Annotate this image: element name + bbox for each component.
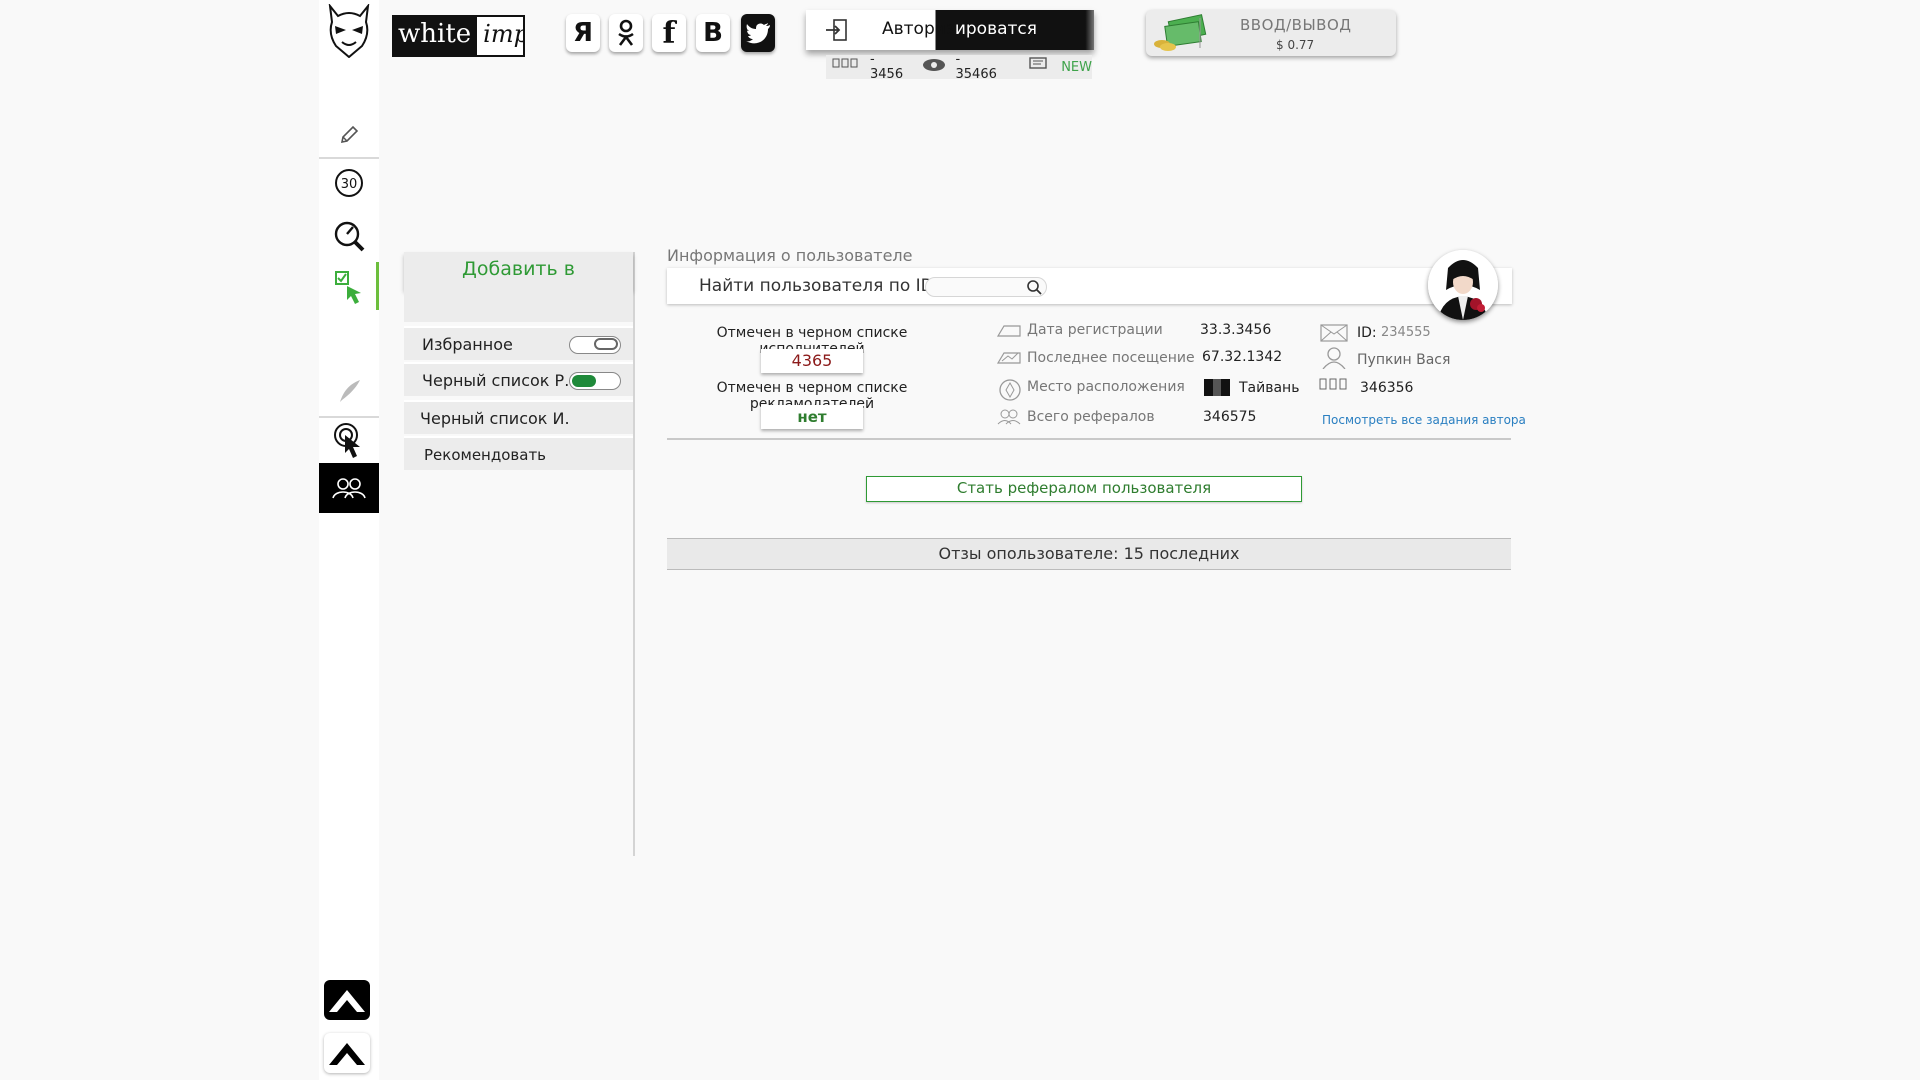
reg-value: 33.3.3456 — [1200, 322, 1272, 338]
recommend-row[interactable]: Рекомендовать — [404, 436, 633, 470]
sidebar: 30 — [319, 0, 379, 1080]
blacklist-adv-value: нет — [761, 405, 863, 429]
mail-icon[interactable] — [1320, 324, 1348, 346]
user-id-label: ID: — [1357, 325, 1377, 341]
blacklist-i-row[interactable]: Черный список И. — [404, 400, 633, 434]
blacklist-r-toggle[interactable] — [569, 372, 621, 390]
add-to-title: Добавить в — [404, 252, 633, 290]
tasks-count: - 3456 — [870, 52, 904, 82]
all-tasks-link[interactable]: Посмотреть все задания автора — [1322, 413, 1526, 427]
messages-icon[interactable] — [1029, 57, 1051, 77]
blacklist-i-label: Черный список И. — [420, 409, 570, 428]
yandex-label: Я — [572, 18, 594, 48]
messages-new[interactable]: NEW — [1061, 60, 1092, 75]
wallet-button[interactable]: ВВОД/ВЫВОД $ 0.77 — [1146, 10, 1396, 56]
refs-label: Всего рефералов — [1027, 409, 1155, 425]
brand-white: white — [394, 17, 478, 55]
vk-label: В — [703, 18, 723, 48]
facebook-icon[interactable]: f — [652, 14, 686, 52]
money-icon — [1152, 14, 1210, 56]
login-label-b: ировaтся — [954, 19, 1037, 39]
tasks-icon — [832, 58, 860, 76]
last-visit-icon — [996, 349, 1022, 369]
blacklist-r-label: Черный список Р. — [422, 371, 570, 390]
eye-icon — [922, 58, 946, 76]
user-tasks: 346356 — [1360, 380, 1414, 396]
svg-text:30: 30 — [341, 177, 358, 192]
timer-30-icon[interactable]: 30 — [319, 166, 379, 200]
twitter-icon[interactable] — [741, 14, 775, 52]
refs-value: 346575 — [1203, 409, 1257, 425]
blacklist-exec-value: 4365 — [761, 349, 863, 373]
scroll-up-icon[interactable] — [324, 1033, 370, 1073]
divider — [667, 438, 1511, 440]
brand-imp: imp — [483, 20, 525, 48]
avatar[interactable] — [1428, 250, 1498, 320]
referrals-small-icon — [996, 409, 1022, 429]
calendar-icon — [996, 323, 1022, 342]
user-id-value: 234555 — [1381, 325, 1431, 340]
favorites-toggle[interactable] — [569, 336, 621, 354]
recommend-label: Рекомендовать — [424, 446, 547, 464]
user-icon — [1321, 347, 1347, 373]
logo-icon[interactable] — [326, 2, 372, 62]
flag-icon — [1204, 379, 1230, 396]
login-button[interactable]: Авторизировaтся — [806, 10, 1094, 50]
referrals-icon[interactable] — [319, 463, 379, 513]
brand-logo[interactable]: white imp — [392, 15, 525, 57]
reviews-header[interactable]: Отзы опользователе: 15 последних — [667, 538, 1511, 570]
wallet-title: ВВОД/ВЫВОД — [1240, 16, 1352, 34]
reg-label: Дата регистрации — [1027, 322, 1163, 338]
location-icon — [998, 378, 1022, 406]
login-label-a: Авториз — [882, 19, 955, 39]
tasks-pointer-icon[interactable] — [319, 264, 379, 310]
search-input[interactable] — [925, 277, 1047, 297]
odnoklassniki-icon[interactable] — [609, 14, 643, 52]
speed-search-icon[interactable] — [319, 216, 379, 256]
section-title: Информация о пользователе — [667, 246, 913, 265]
facebook-label: f — [662, 15, 676, 51]
add-to-panel: Добавить в Избранное Черный список Р. Че… — [404, 252, 635, 856]
edit-icon[interactable] — [319, 120, 379, 150]
location-label: Место расположения — [1027, 379, 1185, 395]
last-visit-label: Последнее посещение — [1027, 350, 1195, 366]
login-icon — [824, 18, 850, 46]
search-label: Найти пользователя по ID: — [699, 276, 940, 296]
wallet-balance: $ 0.77 — [1276, 38, 1315, 52]
favorites-row[interactable]: Избранное — [404, 326, 633, 360]
vkontakte-icon[interactable]: В — [696, 14, 730, 52]
become-referral-button[interactable]: Стать рефералом пользователя — [866, 476, 1302, 502]
user-name: Пупкин Вася — [1357, 352, 1451, 368]
search-icon[interactable] — [1026, 279, 1042, 299]
yandex-icon[interactable]: Я — [566, 14, 600, 52]
tasks-count-icon — [1319, 378, 1349, 400]
stats-bar: - 3456 - 35466 NEW — [826, 52, 1092, 82]
touch-icon[interactable] — [319, 420, 379, 462]
user-search-bar: Найти пользователя по ID: — [667, 268, 1512, 304]
blacklist-r-row[interactable]: Черный список Р. — [404, 362, 633, 396]
pen-icon[interactable] — [319, 374, 379, 408]
favorites-label: Избранное — [422, 335, 513, 354]
scroll-top-icon[interactable] — [324, 980, 370, 1020]
location-value: Тайвань — [1239, 380, 1300, 396]
last-visit-value: 67.32.1342 — [1202, 349, 1283, 365]
views-count: - 35466 — [955, 52, 997, 82]
